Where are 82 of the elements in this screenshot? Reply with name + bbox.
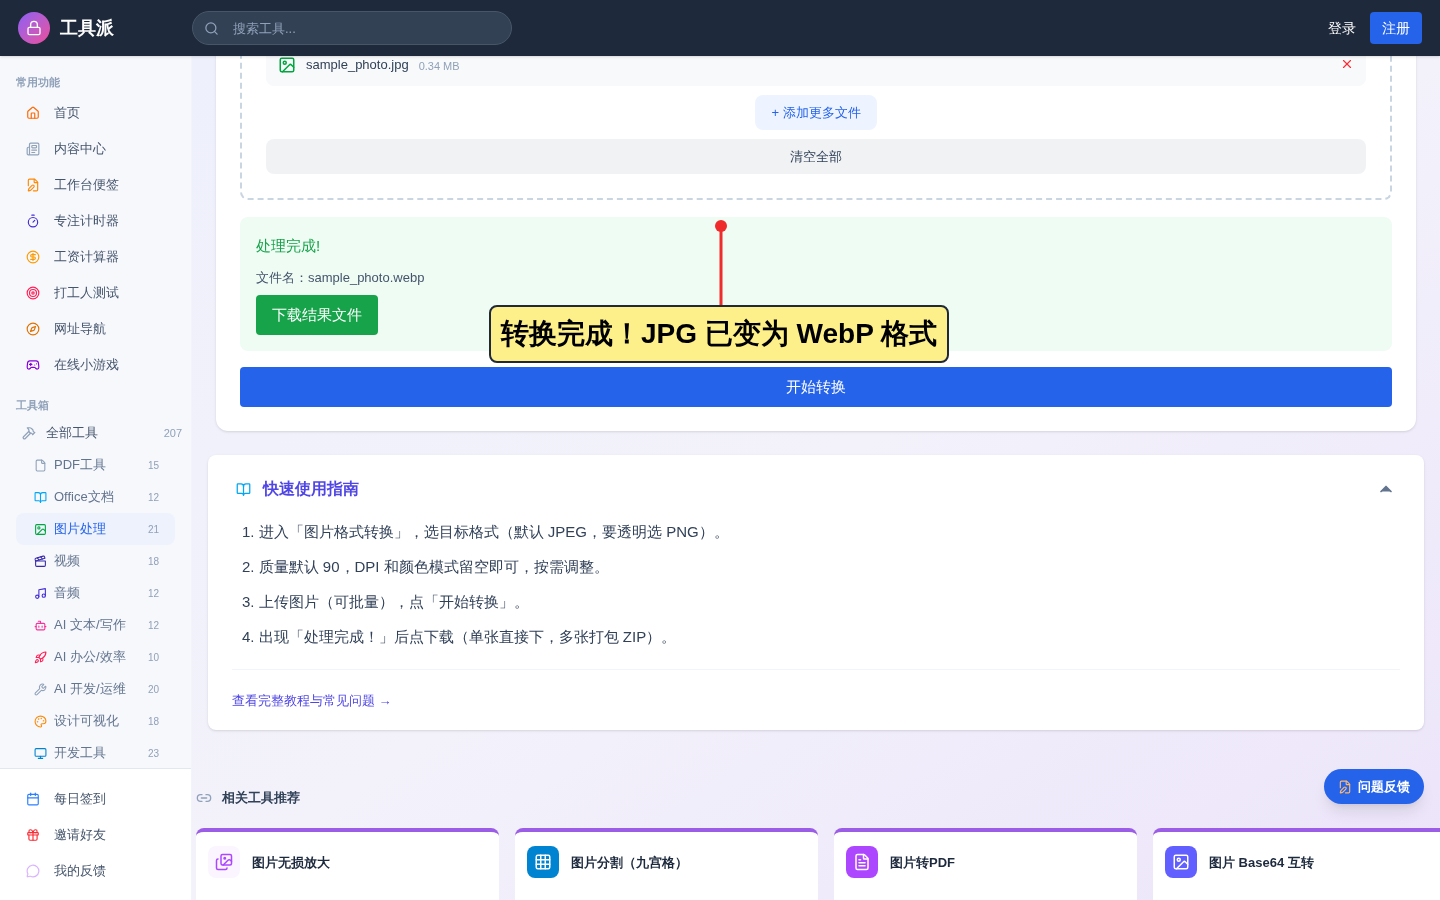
category-item[interactable]: AI 开发/运维 20: [16, 673, 175, 705]
register-button[interactable]: 注册: [1370, 12, 1422, 44]
guide-step: 4. 出现「处理完成！」后点下载（单张直接下，多张打包 ZIP）。: [242, 620, 1400, 655]
sidebar-item[interactable]: 首页: [16, 94, 175, 131]
gift-icon: [26, 828, 40, 842]
house-icon: [26, 105, 40, 120]
sidebar-item[interactable]: 工资计算器: [16, 238, 175, 275]
category-item[interactable]: 音频 12: [16, 577, 175, 609]
sidebar-item[interactable]: 在线小游戏: [16, 346, 175, 383]
category-item[interactable]: PDF工具 15: [16, 449, 175, 481]
tool-name: 图片无损放大: [252, 853, 330, 872]
grid-icon: [527, 845, 559, 878]
guide-step: 1. 进入「图片格式转换」，选目标格式（默认 JPEG，要透明选 PNG）。: [242, 515, 1400, 550]
logo-icon[interactable]: [18, 12, 50, 44]
clapperboard-icon: [34, 554, 47, 568]
enlarge-images-icon: [208, 845, 240, 878]
guide-title: 快速使用指南: [263, 479, 360, 499]
document-icon: [34, 458, 47, 472]
robot-icon: [34, 618, 47, 632]
monitor-icon: [34, 746, 47, 760]
section-heading: 工具箱: [16, 397, 50, 413]
sidebar-item[interactable]: 邀请好友: [16, 817, 175, 853]
calendar-icon: [26, 792, 40, 806]
feedback-button[interactable]: 问题反馈: [1324, 769, 1424, 804]
category-item[interactable]: AI 办公/效率 10: [16, 641, 175, 673]
login-button[interactable]: 登录: [1314, 12, 1370, 44]
tool-name: 图片转PDF: [890, 853, 955, 872]
category-item[interactable]: 开发工具 23: [16, 737, 175, 768]
result-filename: 文件名：sample_photo.webp: [256, 268, 426, 287]
music-note-icon: [34, 586, 47, 600]
clear-all-button[interactable]: 清空全部: [266, 139, 1366, 174]
tutorial-link[interactable]: 查看完整教程与常见问题 →: [232, 693, 392, 708]
note-icon: [26, 177, 40, 192]
section-heading: 常用功能: [16, 75, 61, 90]
file-name: sample_photo.jpg: [306, 56, 409, 74]
sidebar-item[interactable]: 全部工具 207: [16, 417, 187, 449]
speech-bubble-icon: [26, 864, 40, 878]
newspaper-icon: [26, 141, 40, 156]
close-icon[interactable]: [1340, 57, 1354, 71]
sidebar-item[interactable]: 专注计时器: [16, 202, 175, 239]
add-files-button[interactable]: + 添加更多文件: [755, 95, 877, 130]
tool-card[interactable]: 图片转PDF: [834, 827, 1137, 900]
category-item[interactable]: 设计可视化 18: [16, 705, 175, 737]
wrench-icon: [34, 682, 47, 696]
tool-card[interactable]: 图片无损放大: [196, 827, 499, 900]
sidebar-item[interactable]: 工作台便签: [16, 166, 175, 203]
book-icon: [34, 490, 47, 504]
guide-step: 3. 上传图片（可批量），点「开始转换」。: [242, 585, 1400, 620]
category-item[interactable]: Office文档 12: [16, 481, 175, 513]
sidebar-item[interactable]: 内容中心: [16, 130, 175, 167]
picture-icon: [1165, 845, 1197, 878]
note-icon: [1338, 779, 1352, 794]
category-item[interactable]: 图片处理 21: [16, 513, 175, 545]
compass-icon: [26, 321, 40, 336]
category-item[interactable]: AI 文本/写作 12: [16, 609, 175, 641]
guide-step: 2. 质量默认 90，DPI 和颜色模式留空即可，按需调整。: [242, 550, 1400, 585]
sidebar-item[interactable]: 打工人测试: [16, 274, 175, 311]
start-convert-button[interactable]: 开始转换: [240, 367, 1392, 407]
sidebar-item[interactable]: 我的反馈: [16, 853, 175, 889]
stopwatch-icon: [26, 213, 40, 228]
rocket-icon: [34, 650, 47, 664]
palette-icon: [34, 714, 47, 728]
section-title: 相关工具推荐: [222, 789, 300, 807]
tool-name: 图片 Base64 互转: [1209, 853, 1314, 872]
picture-icon: [34, 522, 47, 536]
sidebar-item[interactable]: 每日签到: [16, 781, 175, 817]
picture-icon: [278, 56, 296, 74]
book-icon: [236, 481, 251, 497]
hammer-icon: [22, 426, 36, 440]
tool-card[interactable]: 图片 Base64 互转: [1153, 827, 1440, 900]
annotation-callout: 转换完成！JPG 已变为 WebP 格式: [489, 305, 950, 363]
result-title: 处理完成!: [256, 236, 322, 256]
brand-name: 工具派: [60, 16, 114, 40]
sidebar-item[interactable]: 网址导航: [16, 310, 175, 347]
search-field[interactable]: 搜索工具...: [192, 11, 512, 45]
tool-card[interactable]: 图片分割（九宫格）: [515, 827, 818, 900]
gamepad-icon: [26, 357, 40, 372]
search-icon: [204, 21, 219, 36]
target-icon: [26, 285, 40, 300]
file-size: 0.34 MB: [418, 58, 460, 74]
tool-name: 图片分割（九宫格）: [571, 853, 688, 872]
category-item[interactable]: 视频 18: [16, 545, 175, 577]
